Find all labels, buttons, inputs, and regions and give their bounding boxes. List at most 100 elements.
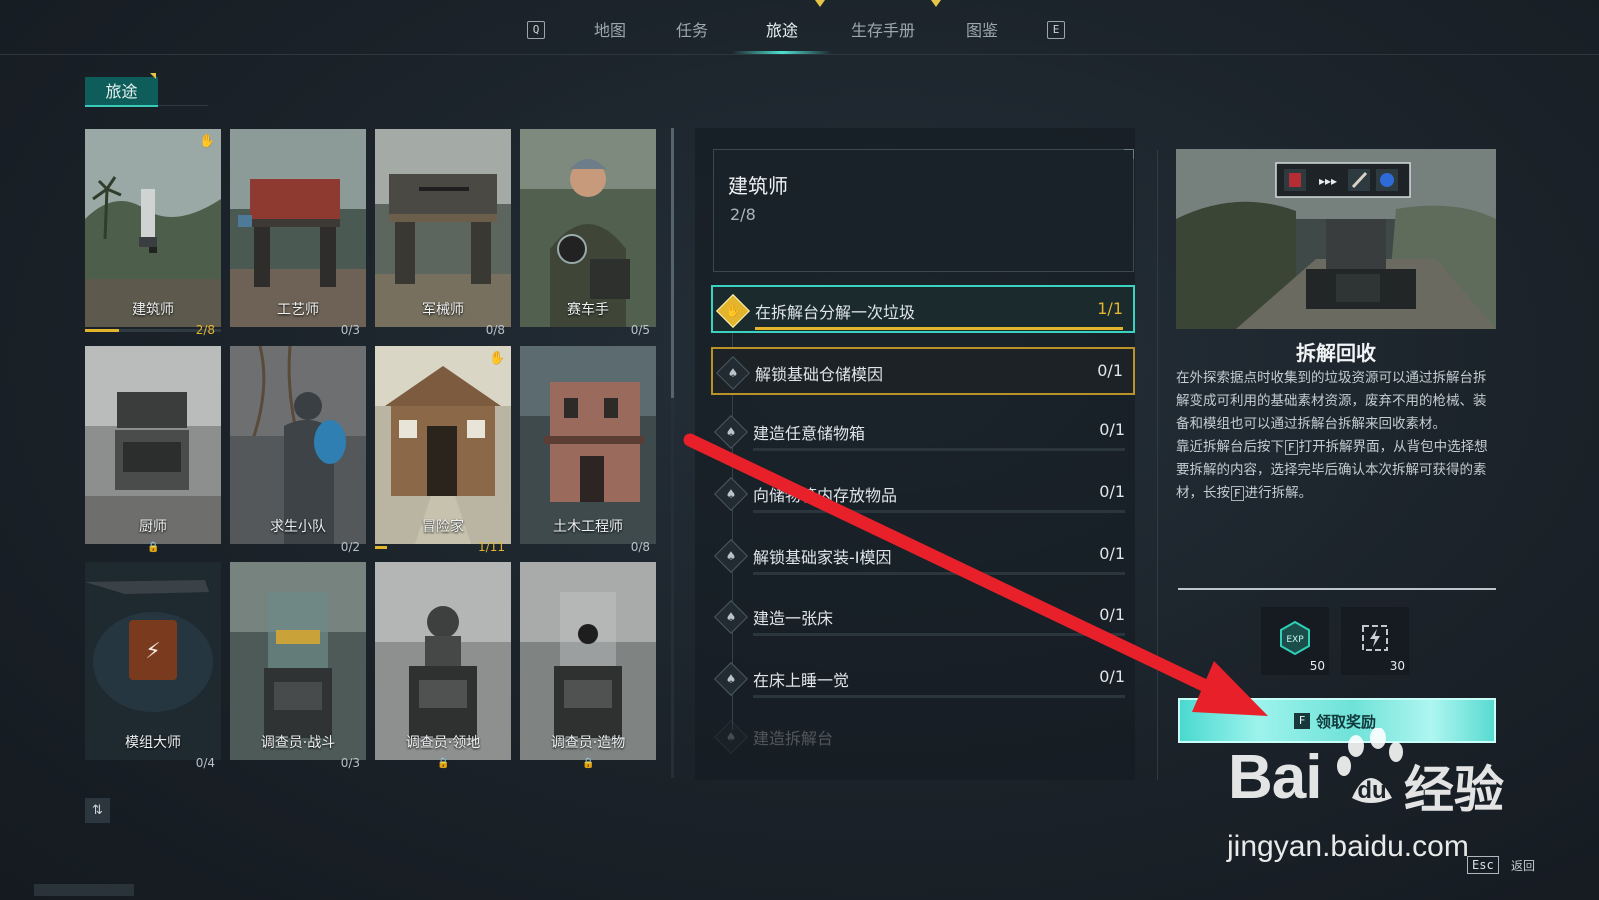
task-item[interactable]: ♠ 建造一张床 0/1: [711, 593, 1135, 641]
next-tab-key[interactable]: E: [1047, 21, 1065, 39]
task-item[interactable]: ♠ 向储物箱内存放物品 0/1: [711, 470, 1135, 518]
dismantle-scene-image: ▸▸▸: [1176, 149, 1496, 329]
reward-token-icon: [1362, 625, 1388, 651]
journey-card-gunsmith[interactable]: 军械师: [375, 129, 511, 327]
journey-card-investigator-territory[interactable]: 调查员·领地: [375, 562, 511, 760]
task-item[interactable]: ♠ 建造拆解台: [711, 713, 1135, 754]
task-item[interactable]: ♠ 解锁基础家装-I模因 0/1: [711, 532, 1135, 580]
tab-quests[interactable]: 任务: [672, 17, 712, 43]
journey-progress: 🔒: [375, 758, 511, 772]
svg-text:▸▸▸: ▸▸▸: [1319, 174, 1337, 188]
journey-progress: 1/11: [375, 540, 511, 556]
back-key[interactable]: Esc: [1467, 856, 1499, 874]
mod-master-scene-image: ⚡: [85, 562, 221, 760]
tab-map[interactable]: 地图: [590, 17, 630, 43]
task-status-icon: ♠: [716, 356, 750, 390]
journey-grid: ✋ 建筑师 工艺师 军械师 赛车手 厨师 求生小队 ✋ 冒险家 土木工程师 ⚡ …: [85, 129, 675, 781]
journey-card-architect[interactable]: ✋ 建筑师: [85, 129, 221, 327]
journey-card-survival-squad[interactable]: 求生小队: [230, 346, 366, 544]
task-progress-bar: [753, 633, 1125, 636]
new-marker-icon: [150, 73, 156, 79]
active-tab-indicator: [732, 51, 832, 54]
prev-tab-key[interactable]: Q: [527, 21, 545, 39]
status-bar: [34, 884, 134, 896]
svg-text:⚡: ⚡: [145, 639, 160, 664]
task-preview-image: ▸▸▸: [1176, 149, 1496, 329]
task-status-icon: ♠: [714, 539, 748, 573]
journey-card-investigator-combat[interactable]: 调查员·战斗: [230, 562, 366, 760]
reward-item[interactable]: 30: [1341, 607, 1409, 675]
lock-icon: 🔒: [582, 758, 595, 769]
reward-item[interactable]: EXP 50: [1261, 607, 1329, 675]
journey-progress: 2/8: [85, 323, 221, 339]
task-progress-bar: [755, 327, 1123, 330]
task-status-icon: ♠: [714, 600, 748, 634]
journey-card-adventurer[interactable]: ✋ 冒险家: [375, 346, 511, 544]
svg-text:du: du: [1357, 777, 1386, 804]
journey-card-investigator-creation[interactable]: 调查员·造物: [520, 562, 656, 760]
journey-progress: 0/5: [630, 323, 650, 337]
new-marker-icon: [931, 0, 941, 7]
exp-icon: EXP: [1280, 621, 1310, 655]
gunsmith-scene-image: [375, 129, 511, 327]
lock-icon: 🔒: [147, 542, 160, 553]
top-nav: Q 地图 任务 旅途 生存手册 图鉴 E: [0, 0, 1599, 55]
craftsman-scene-image: [230, 129, 366, 327]
task-status-icon: ♠: [714, 662, 748, 696]
adventurer-scene-image: [375, 346, 511, 544]
journey-card-chef[interactable]: 厨师: [85, 346, 221, 544]
journey-card-mod-master[interactable]: ⚡ 模组大师: [85, 562, 221, 760]
journey-card-craftsman[interactable]: 工艺师: [230, 129, 366, 327]
lock-icon: 🔒: [437, 758, 450, 769]
key-hint-f: F: [1285, 440, 1298, 455]
key-hint-f: F: [1294, 713, 1310, 729]
journey-progress: 0/8: [630, 540, 650, 554]
task-item[interactable]: ♠ 解锁基础仓储模因 0/1: [711, 347, 1135, 395]
achievement-badge-icon: ✋: [199, 134, 216, 149]
investigator-creation-scene-image: [520, 562, 656, 760]
new-marker-icon: [815, 0, 825, 7]
civil-engineer-scene-image: [520, 346, 656, 544]
investigator-combat-scene-image: [230, 562, 366, 760]
journey-progress: 0/3: [340, 323, 360, 337]
divider: [1157, 150, 1158, 780]
sort-button[interactable]: ⇅: [85, 798, 110, 823]
back-label: 返回: [1511, 859, 1536, 873]
tab-codex[interactable]: 图鉴: [962, 17, 1002, 43]
task-status-icon: ✋: [716, 294, 750, 328]
tab-journey[interactable]: 旅途: [762, 17, 802, 43]
section-title: 旅途: [85, 73, 158, 107]
racer-scene-image: [520, 129, 656, 327]
watermark: Bai du 经验 jingyan.baidu.com: [1227, 728, 1528, 863]
journey-progress: 0/2: [340, 540, 360, 554]
task-status-icon: ♠: [714, 415, 748, 449]
claim-reward-button[interactable]: F 领取奖励: [1178, 698, 1496, 743]
journey-card-civil-engineer[interactable]: 土木工程师: [520, 346, 656, 544]
survival-squad-scene-image: [230, 346, 366, 544]
journey-progress: 0/4: [195, 756, 215, 770]
task-item[interactable]: ♠ 建造任意储物箱 0/1: [711, 408, 1135, 456]
chef-scene-image: [85, 346, 221, 544]
task-progress-bar: [753, 510, 1125, 513]
journey-card-racer[interactable]: 赛车手: [520, 129, 656, 327]
journey-name: 建筑师: [728, 174, 788, 198]
architect-scene-image: [85, 129, 221, 327]
key-hint-f: F: [1231, 486, 1244, 501]
divider: [158, 105, 208, 106]
corner-decoration: [1124, 149, 1134, 159]
journey-header: 建筑师 2/8: [713, 149, 1134, 272]
detail-description: 在外探索据点时收集到的垃圾资源可以通过拆解台拆解变成可利用的基础素材资源，废弃不…: [1176, 370, 1488, 501]
journey-progress: 🔒: [85, 542, 221, 556]
investigator-territory-scene-image: [375, 562, 511, 760]
task-progress-bar: [753, 572, 1125, 575]
task-item[interactable]: ♠ 在床上睡一觉 0/1: [711, 655, 1135, 703]
tab-survival-manual[interactable]: 生存手册: [848, 17, 918, 43]
task-progress-bar: [753, 448, 1125, 451]
achievement-badge-icon: ✋: [489, 351, 506, 366]
journey-progress: 0/8: [485, 323, 505, 337]
scrollbar-thumb[interactable]: [671, 128, 674, 398]
journey-progress: 0/3: [340, 756, 360, 770]
detail-title: 拆解回收: [1296, 341, 1376, 365]
task-item[interactable]: ✋ 在拆解台分解一次垃圾 1/1: [711, 285, 1135, 333]
divider: [1178, 588, 1496, 590]
